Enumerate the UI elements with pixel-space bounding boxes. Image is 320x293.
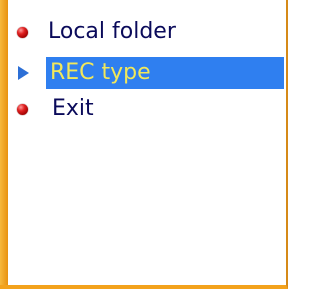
menu-item-label: Local folder [48, 19, 176, 44]
menu-item-label: Exit [52, 96, 94, 121]
red-bullet-icon [17, 104, 28, 115]
menu-panel: Local folder REC type Exit [0, 0, 288, 289]
red-bullet-icon [17, 27, 28, 38]
selection-arrow-icon [18, 66, 29, 80]
menu-item-label: REC type [50, 60, 151, 85]
